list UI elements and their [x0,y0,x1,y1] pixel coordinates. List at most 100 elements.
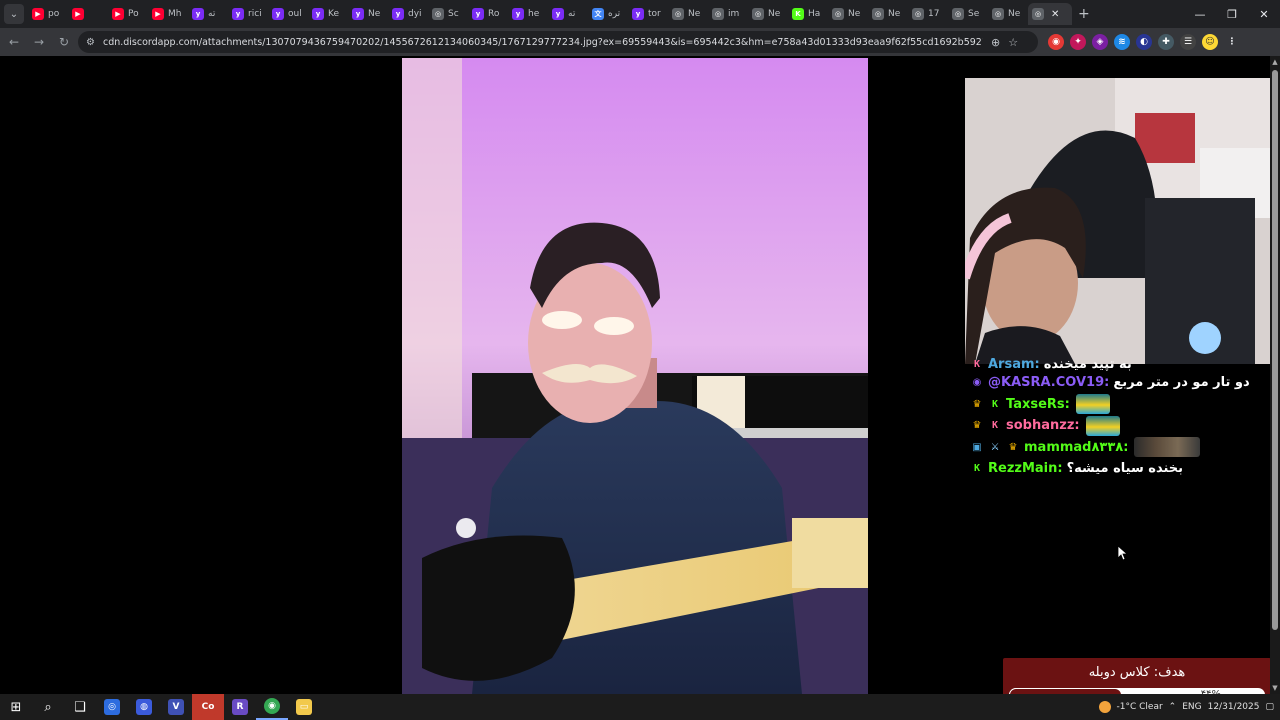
extension-blue-icon[interactable]: ≋ [1114,34,1130,50]
browser-tab-label: Mh [168,9,182,19]
yahoo-icon: y [232,8,244,20]
youtube-icon: ▶ [72,8,84,20]
back-button[interactable]: ← [3,31,25,53]
extension-purple-icon[interactable]: ◈ [1092,34,1108,50]
taskbar-app-4[interactable]: Co [192,694,224,720]
globe-icon: ◎ [872,8,884,20]
browser-tab[interactable]: ◎ im [708,3,748,25]
scrollbar-thumb[interactable] [1272,70,1278,630]
browser-tab[interactable]: K Ha [788,3,828,25]
taskbar-explorer[interactable]: ▭ [288,694,320,720]
browser-tab[interactable]: ◎ Ne [868,3,908,25]
minimize-button[interactable]: — [1184,0,1216,28]
browser-tab[interactable]: y Ke [308,3,348,25]
crown-badge-icon: ♛ [972,398,982,410]
app-icon-1: ◎ [104,699,120,715]
yahoo-icon: y [512,8,524,20]
extensions-area: ◉ ✦ ◈ ≋ ◐ ✚ ☰ ☺ ⋮ [1048,31,1240,53]
youtube-icon: ▶ [152,8,164,20]
start-button[interactable]: ⊞ [0,694,32,720]
language-indicator[interactable]: ENG [1182,702,1201,712]
browser-tab[interactable]: ◎ Ne [988,3,1028,25]
globe-icon: ◎ [712,8,724,20]
browser-tab[interactable]: y Ne [348,3,388,25]
scroll-down-arrow-icon[interactable]: ▼ [1270,684,1280,692]
reload-button[interactable]: ↻ [53,31,75,53]
chat-username[interactable]: @KASRA.COV19: [988,375,1109,390]
extension-indigo-icon[interactable]: ◐ [1136,34,1152,50]
chat-message: ♛ K TaxseRs: [970,394,1270,416]
browser-toolbar: ← → ↻ ⚙ cdn.discordapp.com/attachments/1… [0,28,1280,56]
browser-tab-label: rici [248,9,262,19]
chat-username[interactable]: sobhanzz: [1006,418,1080,433]
notification-icon[interactable]: ▢ [1265,702,1274,712]
task-view-button[interactable]: ❑ [64,694,96,720]
browser-tab-label: Ro [488,9,500,19]
browser-tab-label: ته [568,9,576,19]
tab-active[interactable]: ◎ ✕ [1028,3,1072,25]
browser-tab[interactable]: y dyi [388,3,428,25]
zoom-icon[interactable]: ⊕ [991,36,1000,49]
bookmark-star-icon[interactable]: ☆ [1008,36,1018,49]
globe-icon: ◎ [952,8,964,20]
address-bar[interactable]: ⚙ cdn.discordapp.com/attachments/1307079… [78,31,1038,53]
attachment-image[interactable] [402,58,868,694]
yahoo-icon: y [352,8,364,20]
chat-message-text: بخنده سیاه میشه؟ [1066,461,1184,477]
browser-tab[interactable]: ▶ Po [108,3,148,25]
chat-username[interactable]: TaxseRs: [1006,397,1070,412]
browser-tab[interactable]: y oul [268,3,308,25]
browser-tab[interactable]: ◎ 17 [908,3,948,25]
browser-tab[interactable]: ◎ Sc [428,3,468,25]
profile-avatar-icon[interactable]: ☺ [1202,34,1218,50]
clock-date[interactable]: 12/31/2025 [1208,702,1260,712]
page-scrollbar[interactable]: ▲ ▼ [1270,56,1280,694]
browser-tab[interactable]: 文 تره [588,3,628,25]
extensions-puzzle-icon[interactable]: ✚ [1158,34,1174,50]
reading-list-icon[interactable]: ☰ [1180,34,1196,50]
extension-red-icon[interactable]: ◉ [1048,34,1064,50]
chat-username[interactable]: mammad۸۳۳۸: [1024,440,1128,455]
browser-tab[interactable]: ▶ Mh [148,3,188,25]
chat-username[interactable]: RezzMain: [988,461,1063,476]
menu-kebab-icon[interactable]: ⋮ [1224,34,1240,50]
browser-tab-label: po [48,9,60,19]
forward-button[interactable]: → [28,31,50,53]
browser-tab[interactable]: y ته [548,3,588,25]
folder-icon: ▭ [296,699,312,715]
yahoo-icon: y [272,8,284,20]
browser-tab[interactable]: y he [508,3,548,25]
browser-tab[interactable]: y ته [188,3,228,25]
browser-tab[interactable]: y rici [228,3,268,25]
browser-tab[interactable]: ▶ [68,3,108,25]
browser-tab[interactable]: ◎ Ne [748,3,788,25]
restore-button[interactable]: ❐ [1216,0,1248,28]
search-button[interactable]: ⌕ [32,694,64,720]
browser-tab[interactable]: ◎ Se [948,3,988,25]
tray-chevron-icon[interactable]: ⌃ [1169,702,1177,712]
browser-tab[interactable]: ▶ po [28,3,68,25]
taskbar-app-3[interactable]: V [160,694,192,720]
browser-tab-label: 17 [928,9,940,19]
globe-icon: ◎ [752,8,764,20]
taskbar-app-5[interactable]: R [224,694,256,720]
scroll-up-arrow-icon[interactable]: ▲ [1270,58,1280,66]
browser-tab[interactable]: y tor [628,3,668,25]
site-info-icon[interactable]: ⚙ [86,37,95,48]
taskbar-app-1[interactable]: ◎ [96,694,128,720]
browser-tab[interactable]: ◎ Ne [668,3,708,25]
chat-username[interactable]: Arsam: [988,357,1040,372]
windows-taskbar: ⊞ ⌕ ❑ ◎ ◍ V Co R ◉ ▭ -1°C Clear ⌃ ENG 12… [0,694,1280,720]
close-window-button[interactable]: ✕ [1248,0,1280,28]
taskbar-app-2[interactable]: ◍ [128,694,160,720]
browser-tab[interactable]: y Ro [468,3,508,25]
browser-tab-label: dyi [408,9,422,19]
tab-search-button[interactable]: ⌄ [4,4,24,24]
new-tab-button[interactable]: + [1078,6,1090,22]
browser-tab-label: im [728,9,740,19]
extension-pink-icon[interactable]: ✦ [1070,34,1086,50]
close-icon[interactable]: ✕ [1051,9,1059,20]
taskbar-chrome[interactable]: ◉ [256,694,288,720]
browser-tab[interactable]: ◎ Ne [828,3,868,25]
globe-icon: ◎ [832,8,844,20]
